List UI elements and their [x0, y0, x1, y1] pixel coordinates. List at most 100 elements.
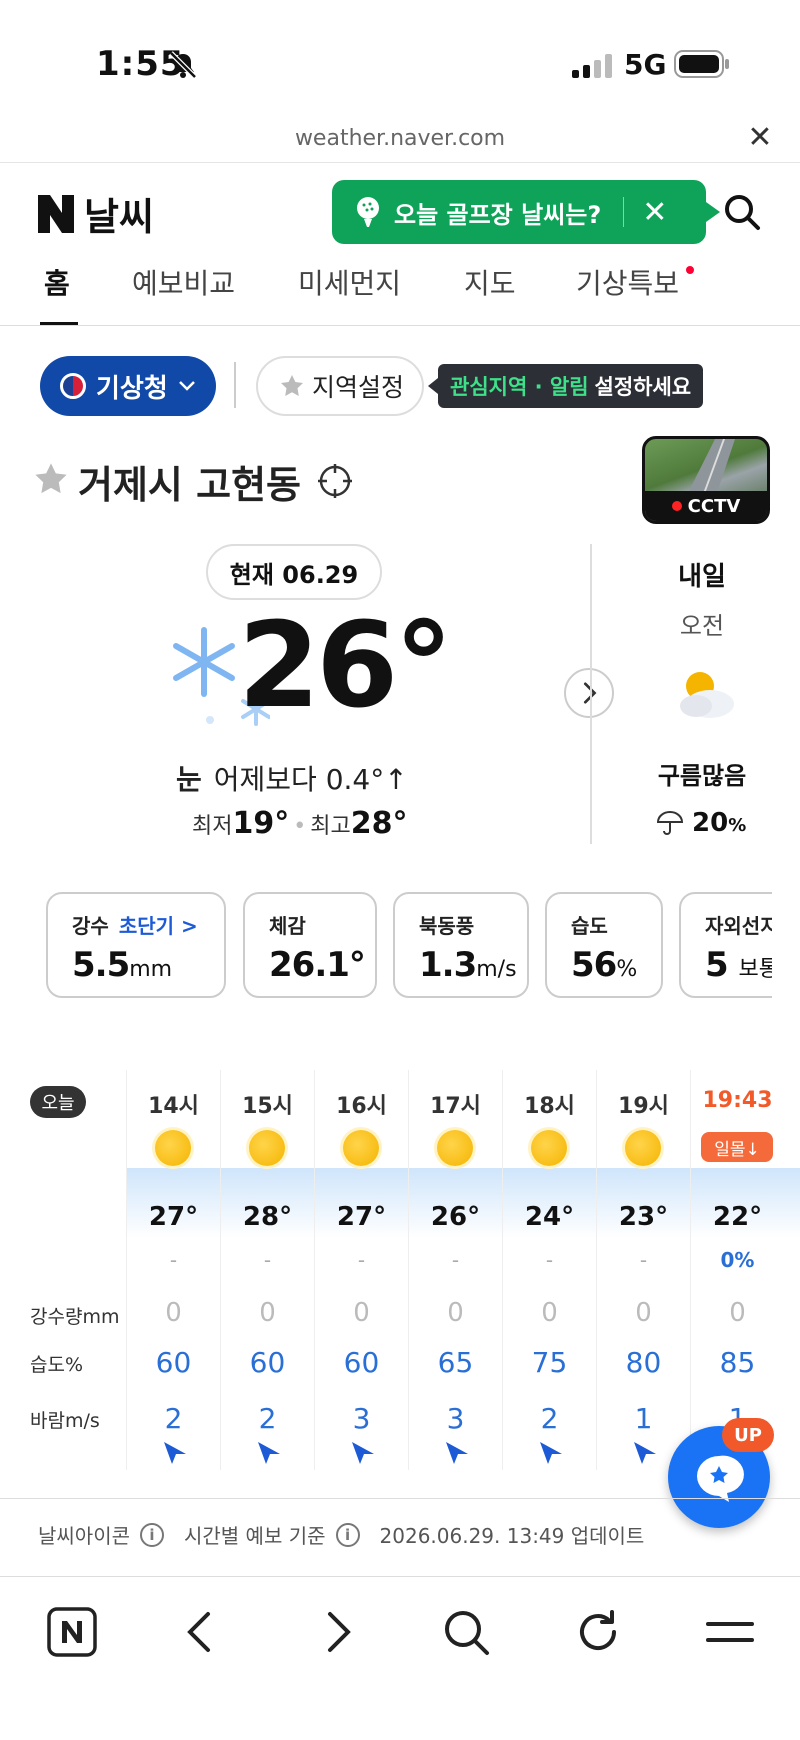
golf-ball-icon	[357, 197, 379, 227]
chevron-down-icon	[178, 381, 195, 391]
golf-banner[interactable]: 오늘 골프장 날씨는? ✕	[332, 180, 720, 244]
provider-label: 기상청	[96, 373, 168, 404]
current-location-icon[interactable]	[316, 462, 354, 500]
cctv-thumbnail[interactable]: CCTV	[642, 436, 770, 524]
location-name[interactable]: 거제시 고현동	[78, 454, 301, 509]
forecast-basis-label[interactable]: 시간별 예보 기준	[184, 1520, 326, 1549]
hour-rain: 0	[541, 1298, 558, 1328]
wind-direction-icon	[352, 1442, 374, 1464]
card-value: 1.3	[419, 945, 477, 985]
card-label: 북동풍	[419, 914, 475, 938]
hour-column: 19시 23° - 0 80 1	[596, 1070, 690, 1470]
today-badge: 오늘	[30, 1086, 86, 1118]
hour-humidity: 75	[531, 1346, 568, 1379]
hour-time: 19시	[618, 1094, 669, 1119]
divider	[590, 544, 592, 844]
info-icon[interactable]: i	[140, 1522, 164, 1547]
tomorrow-rain-value: 20	[692, 808, 729, 838]
search-icon[interactable]	[440, 1606, 492, 1658]
refresh-icon[interactable]	[572, 1606, 624, 1658]
favorite-star-icon[interactable]	[34, 462, 68, 496]
hour-temp: 26°	[430, 1202, 481, 1232]
signal-icon	[572, 54, 612, 78]
naver-weather-logo[interactable]: 날씨	[38, 186, 154, 241]
hour-column: 17시 26° - 0 65 3	[408, 1070, 502, 1470]
compare-yesterday: 어제보다 0.4°↑	[213, 763, 408, 796]
tab-home[interactable]: 홈	[44, 262, 70, 302]
wind-row-label: 바람m/s	[30, 1410, 100, 1432]
wind-direction-icon	[446, 1442, 468, 1464]
hour-wind: 2	[258, 1402, 277, 1435]
hour-column: 15시 28° - 0 60 2	[220, 1070, 314, 1470]
card-value: 5	[705, 945, 729, 985]
sunset-badge: 일몰↓	[701, 1132, 773, 1162]
tab-fine-dust[interactable]: 미세먼지	[298, 262, 401, 302]
tab-map[interactable]: 지도	[464, 262, 516, 302]
card-label: 체감	[269, 914, 306, 938]
region-setting-label: 지역설정	[312, 373, 405, 402]
region-setting-button[interactable]: 지역설정	[256, 356, 424, 416]
info-icon[interactable]: i	[335, 1522, 360, 1547]
hour-rain: 0	[635, 1298, 652, 1328]
min-max-temp: 최저19° • 최고28°	[192, 806, 408, 841]
provider-dropdown[interactable]: 기상청	[40, 356, 216, 416]
hour-wind: 2	[164, 1402, 183, 1435]
hour-temp: 27°	[148, 1202, 199, 1232]
up-badge: UP	[722, 1418, 774, 1452]
sun-icon	[437, 1130, 473, 1166]
max-label: 최고	[310, 814, 351, 839]
current-temperature: 26°	[238, 596, 453, 734]
logo-text: 날씨	[84, 195, 154, 239]
hour-temp: 24°	[524, 1202, 575, 1232]
hour-rain: 0	[165, 1298, 182, 1328]
card-label: 자외선지	[705, 914, 772, 938]
forward-icon[interactable]	[310, 1606, 362, 1658]
hour-humidity: 80	[625, 1346, 662, 1379]
divider	[0, 325, 800, 326]
battery-icon	[674, 50, 729, 78]
max-temp: 28°	[350, 806, 408, 841]
card-humidity[interactable]: 습도 56%	[545, 892, 663, 998]
tomorrow-rain-unit: %	[728, 815, 747, 836]
current-date-pill: 현재 06.29	[206, 544, 382, 600]
banner-close-icon[interactable]: ✕	[642, 195, 667, 230]
card-uv[interactable]: 자외선지 5 보통	[679, 892, 772, 998]
hour-column: 14시 27° - 0 60 2	[126, 1070, 220, 1470]
info-cards-scroller[interactable]: 강수 초단기 > 5.5mm 체감 26.1° 북동풍 1.3m/s 습도 56%…	[0, 880, 772, 1020]
card-precipitation[interactable]: 강수 초단기 > 5.5mm	[46, 892, 226, 998]
url-text[interactable]: weather.naver.com	[0, 126, 800, 151]
alert-dot	[686, 266, 694, 274]
card-wind[interactable]: 북동풍 1.3m/s	[393, 892, 529, 998]
hour-precip-prob: -	[357, 1248, 366, 1272]
umbrella-icon	[656, 811, 684, 835]
nowcast-link[interactable]: 초단기 >	[119, 914, 198, 938]
road-thumbnail-image	[685, 439, 735, 499]
card-unit: mm	[129, 957, 173, 982]
next-chevron-button[interactable]	[564, 668, 614, 718]
tab-weather-alerts[interactable]: 기상특보	[576, 262, 679, 302]
naver-home-icon[interactable]	[46, 1606, 98, 1658]
footer-info: 날씨아이콘 i 시간별 예보 기준 i 2026.06.29. 13:49 업데…	[38, 1520, 644, 1549]
back-icon[interactable]	[176, 1606, 228, 1658]
search-icon[interactable]	[722, 192, 762, 232]
sun-icon	[249, 1130, 285, 1166]
hour-wind: 3	[446, 1402, 465, 1435]
min-label: 최저	[192, 814, 233, 839]
sun-icon	[343, 1130, 379, 1166]
hour-time: 16시	[336, 1094, 387, 1119]
star-icon	[281, 375, 303, 396]
min-temp: 19°	[232, 806, 290, 841]
tomorrow-period: 오전	[679, 612, 725, 640]
hour-column: 16시 27° - 0 60 3	[314, 1070, 408, 1470]
card-feels-like[interactable]: 체감 26.1°	[243, 892, 377, 998]
wind-direction-icon	[540, 1442, 562, 1464]
hourly-forecast-scroller[interactable]: 14시 27° - 0 60 2 15시 28° - 0 60 2 16시 27…	[126, 1070, 800, 1470]
bell-off-icon	[169, 51, 197, 79]
menu-icon[interactable]	[704, 1606, 756, 1658]
tomorrow-rain-prob: 20%	[656, 808, 746, 838]
weather-icon-info-label[interactable]: 날씨아이콘	[38, 1520, 130, 1549]
close-icon[interactable]: ✕	[744, 122, 776, 154]
hour-humidity: 60	[155, 1346, 192, 1379]
hour-humidity: 85	[719, 1346, 756, 1379]
tab-forecast-compare[interactable]: 예보비교	[132, 262, 235, 302]
